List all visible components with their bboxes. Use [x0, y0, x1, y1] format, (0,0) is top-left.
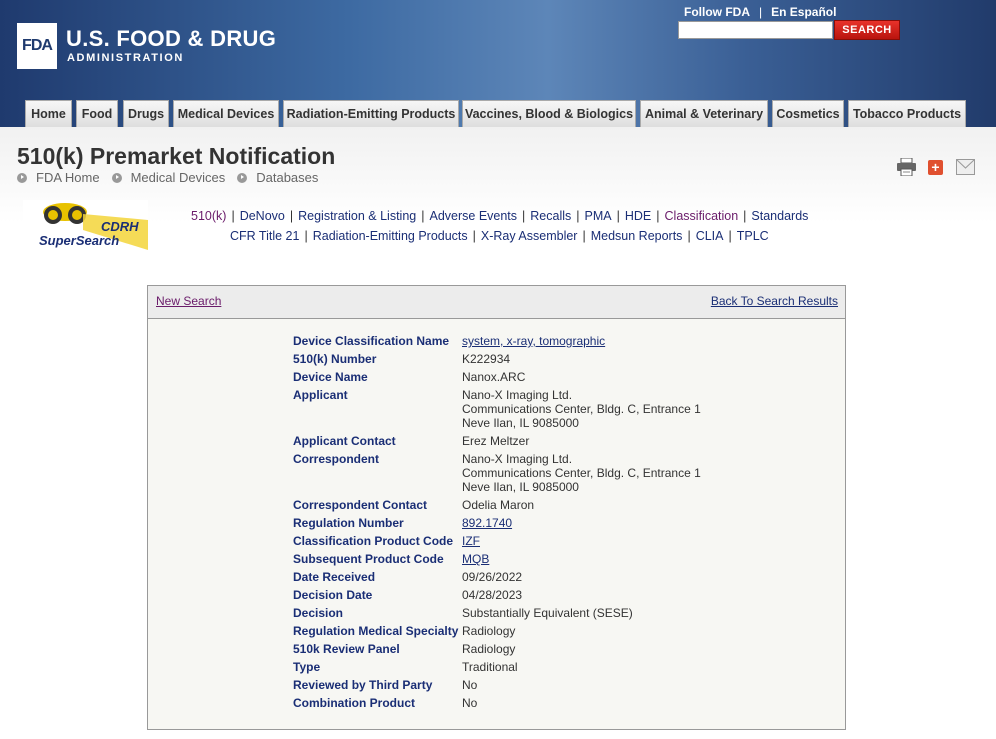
detail-value-link[interactable]: MQB: [462, 552, 489, 566]
search-button[interactable]: SEARCH: [834, 20, 900, 40]
link-medsun-reports[interactable]: Medsun Reports: [591, 229, 683, 243]
detail-label: 510(k) Number: [293, 352, 377, 366]
link-classification[interactable]: Classification: [665, 209, 739, 223]
results-panel: New Search Back To Search Results Device…: [147, 285, 846, 730]
results-panel-header: New Search Back To Search Results: [148, 286, 845, 319]
tab-radiation-emitting-products[interactable]: Radiation-Emitting Products: [283, 100, 459, 127]
detail-value: 09/26/2022: [462, 570, 523, 584]
arrow-bullet-icon: [17, 172, 27, 183]
detail-value: Erez Meltzer: [462, 434, 530, 448]
tab-animal-veterinary[interactable]: Animal & Veterinary: [640, 100, 768, 127]
detail-label: Device Name: [293, 370, 368, 384]
page-title: 510(k) Premarket Notification: [17, 143, 336, 169]
detail-label: Device Classification Name: [293, 334, 450, 348]
detail-value: system, x-ray, tomographic: [462, 334, 605, 348]
back-to-search-results-link[interactable]: Back To Search Results: [711, 294, 838, 308]
tab-cosmetics[interactable]: Cosmetics: [772, 100, 844, 127]
tab-food[interactable]: Food: [76, 100, 118, 127]
header-link-separator: |: [759, 5, 763, 19]
print-icon[interactable]: [897, 157, 916, 177]
tab-home[interactable]: Home: [25, 100, 72, 127]
detail-label: Correspondent Contact: [293, 498, 428, 512]
detail-label: Subsequent Product Code: [293, 552, 444, 566]
tab-medical-devices[interactable]: Medical Devices: [173, 100, 279, 127]
detail-value: MQB: [462, 552, 489, 566]
link-denovo[interactable]: DeNovo: [240, 209, 285, 223]
database-links-row-2: CFR Title 21 | Radiation-Emitting Products…: [230, 229, 769, 243]
share-plus-icon[interactable]: +: [928, 159, 943, 175]
detail-label: Applicant Contact: [293, 434, 396, 448]
detail-value: 892.1740: [462, 516, 512, 530]
agency-name[interactable]: U.S. FOOD & DRUG: [66, 26, 276, 52]
arrow-bullet-icon: [237, 172, 248, 183]
site-header: FDA U.S. FOOD & DRUG ADMINISTRATION Foll…: [0, 0, 996, 127]
detail-value: Traditional: [462, 660, 518, 674]
link-x-ray-assembler[interactable]: X-Ray Assembler: [481, 229, 578, 243]
svg-text:SuperSearch: SuperSearch: [39, 233, 119, 248]
detail-value: Nano-X Imaging Ltd. Communications Center…: [462, 388, 701, 430]
main-nav: Home Food Drugs Medical Devices Radiatio…: [0, 100, 996, 127]
detail-label: Reviewed by Third Party: [293, 678, 433, 692]
en-espanol-link[interactable]: En Español: [771, 5, 836, 19]
link-registration-listing[interactable]: Registration & Listing: [298, 209, 416, 223]
breadcrumb-medical-devices[interactable]: Medical Devices: [111, 170, 225, 185]
detail-value: Nano-X Imaging Ltd. Communications Center…: [462, 452, 701, 494]
arrow-bullet-icon: [111, 172, 122, 183]
breadcrumb: FDA Home Medical Devices Databases: [17, 170, 330, 185]
detail-value: K222934: [462, 352, 511, 366]
detail-label: Classification Product Code: [293, 534, 454, 548]
detail-label: 510k Review Panel: [293, 642, 400, 656]
detail-value: IZF: [462, 534, 480, 548]
detail-label: Decision Date: [293, 588, 373, 602]
detail-label: Regulation Number: [293, 516, 404, 530]
link-cfr-title-21[interactable]: CFR Title 21: [230, 229, 299, 243]
detail-label: Applicant: [293, 388, 348, 402]
agency-subtitle: ADMINISTRATION: [67, 52, 184, 64]
follow-fda-link[interactable]: Follow FDA: [684, 5, 750, 19]
link-clia[interactable]: CLIA: [696, 229, 724, 243]
page-tools: +: [897, 157, 975, 177]
link-pma[interactable]: PMA: [585, 209, 612, 223]
breadcrumb-databases[interactable]: Databases: [237, 170, 318, 185]
detail-value: Odelia Maron: [462, 498, 535, 512]
detail-label: Correspondent: [293, 452, 380, 466]
detail-value-link[interactable]: system, x-ray, tomographic: [462, 334, 605, 348]
detail-value: Radiology: [462, 624, 516, 638]
site-search-input[interactable]: [678, 21, 833, 39]
tab-vaccines-blood-biologics[interactable]: Vaccines, Blood & Biologics: [462, 100, 636, 127]
header-links: Follow FDA | En Español: [684, 5, 836, 19]
link-recalls[interactable]: Recalls: [530, 209, 571, 223]
tab-drugs[interactable]: Drugs: [123, 100, 169, 127]
detail-value: 04/28/2023: [462, 588, 523, 602]
detail-value: Substantially Equivalent (SESE): [462, 606, 633, 620]
fda-logo[interactable]: FDA: [17, 23, 57, 69]
link-tplc[interactable]: TPLC: [737, 229, 769, 243]
link-510k[interactable]: 510(k): [191, 209, 226, 223]
link-hde[interactable]: HDE: [625, 209, 651, 223]
detail-label: Decision: [293, 606, 344, 620]
database-links-row-1: 510(k) | DeNovo | Registration & Listing | Adv…: [191, 209, 809, 223]
link-standards[interactable]: Standards: [751, 209, 808, 223]
breadcrumb-fda-home[interactable]: FDA Home: [17, 170, 100, 185]
svg-text:CDRH: CDRH: [101, 219, 139, 234]
detail-label: Combination Product: [293, 696, 415, 710]
detail-label: Type: [293, 660, 321, 674]
detail-value: Radiology: [462, 642, 516, 656]
detail-value: No: [462, 696, 478, 710]
link-adverse-events[interactable]: Adverse Events: [429, 209, 517, 223]
detail-label: Regulation Medical Specialty: [293, 624, 459, 638]
detail-value-link[interactable]: IZF: [462, 534, 480, 548]
detail-value-link[interactable]: 892.1740: [462, 516, 512, 530]
detail-value: No: [462, 678, 478, 692]
new-search-link[interactable]: New Search: [156, 294, 221, 308]
link-radiation-emitting-products[interactable]: Radiation-Emitting Products: [313, 229, 468, 243]
detail-label: Date Received: [293, 570, 376, 584]
detail-value: Nanox.ARC: [462, 370, 526, 384]
cdrh-supersearch-logo[interactable]: CDRH SuperSearch: [23, 200, 148, 250]
email-icon[interactable]: [956, 159, 975, 175]
tab-tobacco-products[interactable]: Tobacco Products: [848, 100, 966, 127]
